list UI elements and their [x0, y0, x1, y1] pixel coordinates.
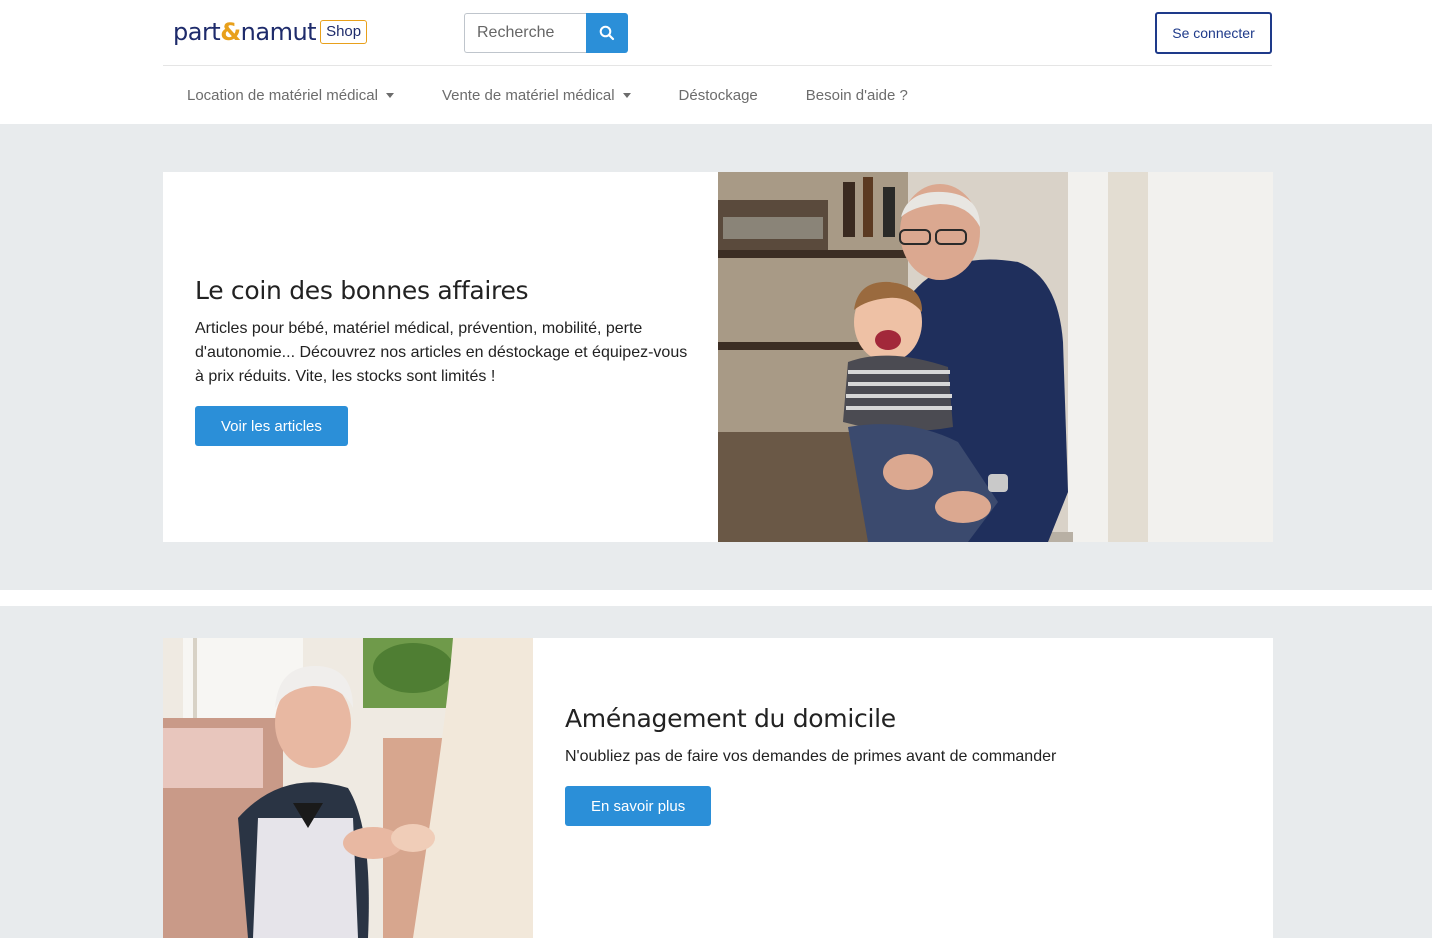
login-button[interactable]: Se connecter: [1155, 12, 1272, 54]
promo-text: Le coin des bonnes affaires Articles pou…: [195, 276, 695, 446]
promo-description: Articles pour bébé, matériel médical, pr…: [195, 320, 688, 385]
logo-shop-badge: Shop: [320, 20, 368, 44]
logo-wordmark: part&namut: [173, 18, 317, 46]
promo-section-home: Aménagement du domicile N'oubliez pas de…: [0, 606, 1432, 938]
nav-item-vente[interactable]: Vente de matériel médical: [418, 87, 655, 104]
logo[interactable]: part&namut Shop: [173, 16, 368, 48]
header-container: part&namut Shop Se connecter Location de…: [163, 0, 1272, 124]
chevron-down-icon: [622, 92, 631, 98]
header-topbar: part&namut Shop Se connecter: [163, 0, 1272, 66]
nav-item-destockage[interactable]: Déstockage: [655, 87, 782, 104]
grandfather-child-photo: [718, 172, 1273, 542]
promo-title: Aménagement du domicile: [565, 704, 896, 733]
main-nav: Location de matériel médical Vente de ma…: [163, 66, 932, 124]
promo-card-deals: Le coin des bonnes affaires Articles pou…: [163, 172, 1273, 542]
section-divider: [0, 590, 1432, 606]
chevron-down-icon: [385, 92, 394, 98]
search-input[interactable]: [464, 13, 586, 53]
promo-description: N'oubliez pas de faire vos demandes de p…: [565, 748, 1057, 765]
search-button[interactable]: [586, 13, 628, 53]
nav-item-location[interactable]: Location de matériel médical: [163, 87, 418, 104]
nav-item-aide[interactable]: Besoin d'aide ?: [782, 87, 932, 104]
promo-text: Aménagement du domicile N'oubliez pas de…: [565, 704, 1245, 826]
elderly-woman-photo: [163, 638, 533, 938]
learn-more-button[interactable]: En savoir plus: [565, 786, 712, 826]
view-articles-button[interactable]: Voir les articles: [195, 406, 348, 446]
site-header: part&namut Shop Se connecter Location de…: [0, 0, 1432, 124]
search-bar: [464, 13, 628, 53]
promo-section-deals: Le coin des bonnes affaires Articles pou…: [0, 124, 1432, 590]
promo-title: Le coin des bonnes affaires: [195, 276, 529, 305]
search-icon: [599, 25, 615, 41]
promo-card-home: Aménagement du domicile N'oubliez pas de…: [163, 638, 1273, 938]
